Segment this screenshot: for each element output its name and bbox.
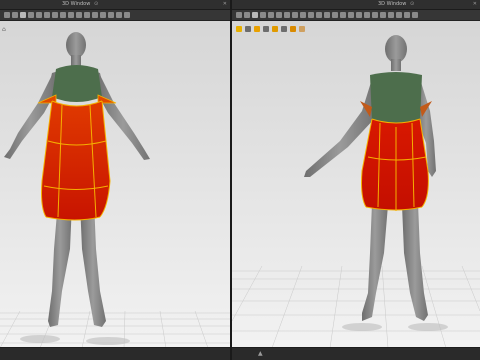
garment-skirt[interactable] xyxy=(41,101,111,220)
right-3d-viewport[interactable] xyxy=(232,21,480,348)
avatar-shadow xyxy=(342,323,382,331)
pin-icon[interactable] xyxy=(36,12,42,18)
tool-icon[interactable] xyxy=(108,12,114,18)
move-icon[interactable] xyxy=(244,12,250,18)
tool-icon[interactable] xyxy=(348,12,354,18)
display-icon[interactable] xyxy=(316,12,322,18)
display-icon[interactable] xyxy=(84,12,90,18)
left-scene xyxy=(0,21,230,348)
tool-icon[interactable] xyxy=(340,12,346,18)
camera-icon[interactable] xyxy=(300,12,306,18)
zoom-icon[interactable] xyxy=(292,12,298,18)
fold-icon[interactable] xyxy=(276,12,282,18)
pin-window-icon[interactable]: ⊙ xyxy=(94,1,98,7)
light-icon[interactable] xyxy=(263,26,269,32)
tool-icon[interactable] xyxy=(388,12,394,18)
camera-icon[interactable] xyxy=(68,12,74,18)
left-window-title: 3D Window xyxy=(62,1,91,7)
sun-icon[interactable] xyxy=(236,26,242,32)
right-window-titlebar: 3D Window ⊙ ✕ xyxy=(232,0,480,10)
tool-icon[interactable] xyxy=(356,12,362,18)
tool-icon[interactable] xyxy=(372,12,378,18)
scale-icon[interactable] xyxy=(28,12,34,18)
tool-icon[interactable] xyxy=(412,12,418,18)
fold-icon[interactable] xyxy=(44,12,50,18)
pin-window-icon[interactable]: ⊙ xyxy=(410,1,414,7)
avatar-icon[interactable] xyxy=(272,26,278,32)
pose-icon[interactable] xyxy=(281,26,287,32)
light-icon[interactable] xyxy=(76,12,82,18)
settings-icon[interactable] xyxy=(324,12,330,18)
left-3d-window: 3D Window ⊙ ✕ ⌂ xyxy=(0,0,230,360)
left-toolbar xyxy=(0,10,230,21)
tool-icon[interactable] xyxy=(124,12,130,18)
avatar-shadow xyxy=(408,323,448,331)
pin-icon[interactable] xyxy=(268,12,274,18)
zoom-icon[interactable] xyxy=(60,12,66,18)
select-icon[interactable] xyxy=(4,12,10,18)
avatar-shadow xyxy=(86,337,130,345)
viewport-background xyxy=(232,21,480,348)
paint-icon[interactable] xyxy=(290,26,296,32)
viewport-background xyxy=(0,21,230,348)
tack-icon[interactable] xyxy=(284,12,290,18)
close-window-icon[interactable]: ✕ xyxy=(223,1,227,7)
garment-bodice[interactable] xyxy=(52,65,102,102)
tool-icon[interactable] xyxy=(404,12,410,18)
tool-icon[interactable] xyxy=(396,12,402,18)
left-3d-viewport[interactable]: ⌂ xyxy=(0,21,230,348)
garment-skirt[interactable] xyxy=(361,119,429,210)
left-window-titlebar: 3D Window ⊙ ✕ xyxy=(0,0,230,10)
avatar-shadow xyxy=(20,335,60,343)
tool-icon[interactable] xyxy=(380,12,386,18)
tool-icon[interactable] xyxy=(116,12,122,18)
rotate-icon[interactable] xyxy=(20,12,26,18)
close-window-icon[interactable]: ✕ xyxy=(473,1,477,7)
right-statusbar: ▲ xyxy=(232,347,480,360)
rotate-icon[interactable] xyxy=(252,12,258,18)
move-icon[interactable] xyxy=(12,12,18,18)
camera-icon[interactable] xyxy=(254,26,260,32)
texture-icon[interactable] xyxy=(245,26,251,32)
panel-grip-icon[interactable]: ▲ xyxy=(258,350,263,357)
tool-icon[interactable] xyxy=(332,12,338,18)
right-scene xyxy=(232,21,480,348)
right-window-title: 3D Window xyxy=(378,1,407,7)
tool-icon[interactable] xyxy=(364,12,370,18)
left-statusbar xyxy=(0,347,230,360)
right-3d-window: 3D Window ⊙ ✕ ▲ xyxy=(232,0,480,360)
right-toolbar xyxy=(232,10,480,21)
reset-view-icon[interactable]: ⌂ xyxy=(2,26,6,33)
light-icon[interactable] xyxy=(308,12,314,18)
select-icon[interactable] xyxy=(236,12,242,18)
tack-icon[interactable] xyxy=(52,12,58,18)
settings-icon[interactable] xyxy=(92,12,98,18)
scale-icon[interactable] xyxy=(260,12,266,18)
tool-icon[interactable] xyxy=(100,12,106,18)
color-icon[interactable] xyxy=(299,26,305,32)
garment-bodice[interactable] xyxy=(370,72,422,125)
